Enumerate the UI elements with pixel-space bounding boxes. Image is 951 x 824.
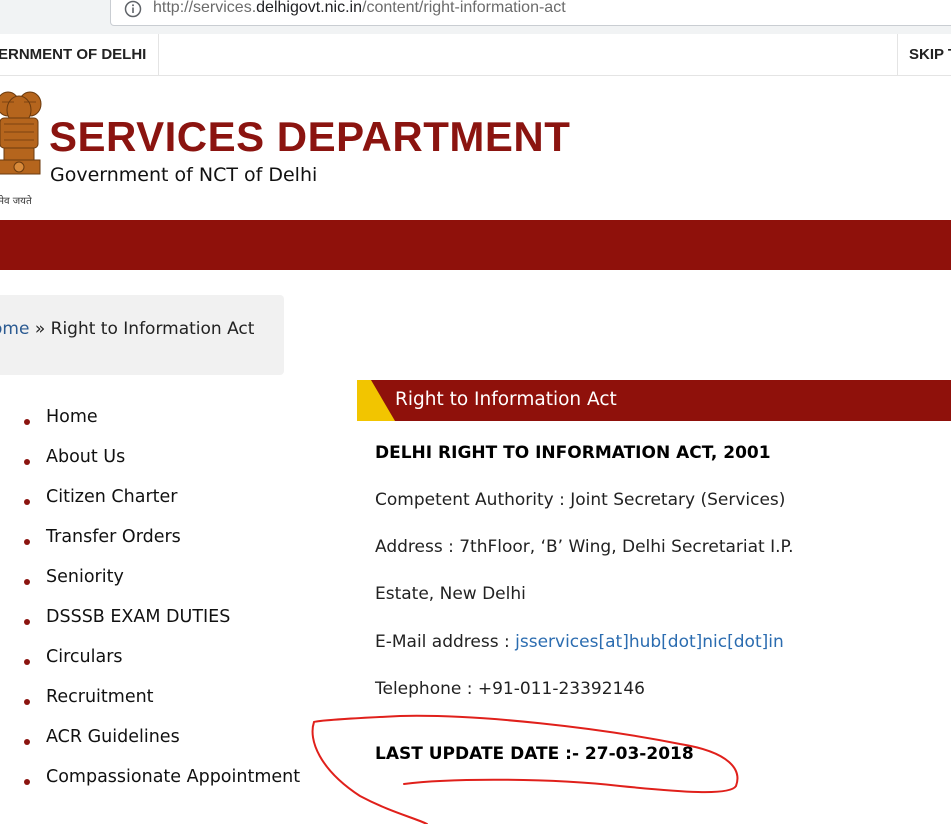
sidebar-item-dsssb-exam-duties[interactable]: DSSSB EXAM DUTIES — [22, 605, 300, 645]
bullet-icon — [24, 779, 30, 785]
breadcrumb-separator: » — [34, 319, 46, 339]
breadcrumb-home-link[interactable]: ome — [0, 319, 29, 339]
divider — [897, 34, 898, 76]
government-label[interactable]: ERNMENT OF DELHI — [0, 46, 146, 63]
navigation-band — [0, 220, 951, 270]
bullet-icon — [24, 619, 30, 625]
bullet-icon — [24, 419, 30, 425]
url-text[interactable]: http://services.delhigovt.nic.in/content… — [153, 0, 566, 17]
emblem-motto: मेव जयते — [0, 196, 32, 207]
email-link[interactable]: jsservices[at]hub[dot]nic[dot]in — [515, 632, 784, 652]
bullet-icon — [24, 659, 30, 665]
skip-to-content-link[interactable]: SKIP T — [909, 46, 951, 63]
government-strip: ERNMENT OF DELHI SKIP T — [0, 34, 951, 76]
address-line-1: Address : 7thFloor, ‘B’ Wing, Delhi Secr… — [375, 537, 794, 557]
breadcrumb: ome » Right to Information Act — [0, 319, 254, 339]
bullet-icon — [24, 539, 30, 545]
divider — [158, 34, 159, 76]
sidebar-item-compassionate-appointment[interactable]: Compassionate Appointment — [22, 765, 300, 805]
site-title[interactable]: SERVICES DEPARTMENT — [49, 113, 570, 161]
sidebar-item-recruitment[interactable]: Recruitment — [22, 685, 300, 725]
last-update-date: LAST UPDATE DATE :- 27-03-2018 — [375, 744, 694, 764]
bullet-icon — [24, 499, 30, 505]
content-title-bar: Right to Information Act — [357, 380, 951, 421]
sidebar-item-about-us[interactable]: About Us — [22, 445, 300, 485]
content-title: Right to Information Act — [395, 389, 617, 410]
national-emblem-logo[interactable] — [0, 84, 44, 194]
sidebar-item-acr-guidelines[interactable]: ACR Guidelines — [22, 725, 300, 765]
act-heading: DELHI RIGHT TO INFORMATION ACT, 2001 — [375, 443, 771, 463]
browser-address-bar: http://services.delhigovt.nic.in/content… — [0, 0, 951, 34]
sidebar-item-seniority[interactable]: Seniority — [22, 565, 300, 605]
bullet-icon — [24, 699, 30, 705]
email-label: E-Mail address : — [375, 632, 516, 652]
email-row: E-Mail address : jsservices[at]hub[dot]n… — [375, 632, 784, 652]
competent-authority: Competent Authority : Joint Secretary (S… — [375, 490, 786, 510]
url-field[interactable]: http://services.delhigovt.nic.in/content… — [110, 0, 951, 26]
bullet-icon — [24, 459, 30, 465]
bullet-icon — [24, 579, 30, 585]
sidebar-item-citizen-charter[interactable]: Citizen Charter — [22, 485, 300, 525]
telephone: Telephone : +91-011-23392146 — [375, 679, 645, 699]
sidebar-item-transfer-orders[interactable]: Transfer Orders — [22, 525, 300, 565]
address-line-2: Estate, New Delhi — [375, 584, 526, 604]
breadcrumb-current: Right to Information Act — [50, 319, 255, 339]
sidebar-menu: Home About Us Citizen Charter Transfer O… — [22, 405, 300, 805]
info-icon[interactable] — [124, 0, 142, 18]
site-subtitle: Government of NCT of Delhi — [50, 164, 318, 186]
sidebar-item-home[interactable]: Home — [22, 405, 300, 445]
bullet-icon — [24, 739, 30, 745]
title-accent-shape — [357, 380, 395, 421]
sidebar-item-circulars[interactable]: Circulars — [22, 645, 300, 685]
